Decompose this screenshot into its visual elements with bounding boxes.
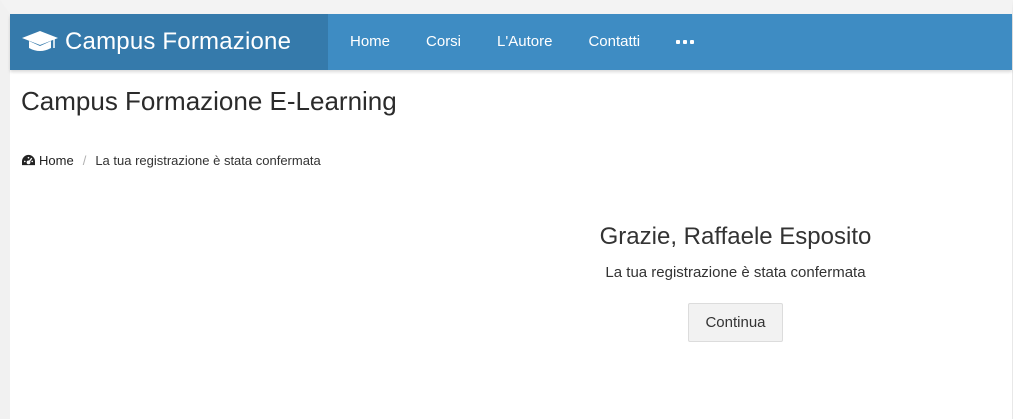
- confirmation-panel: Grazie, Raffaele Esposito La tua registr…: [519, 219, 952, 342]
- nav-corsi[interactable]: Corsi: [408, 14, 479, 70]
- nav-home[interactable]: Home: [328, 14, 408, 70]
- graduation-cap-icon: [22, 31, 58, 51]
- breadcrumb-current: La tua registrazione è stata confermata: [95, 153, 321, 168]
- greeting-heading: Grazie, Raffaele Esposito: [599, 223, 872, 250]
- top-navbar: Campus Formazione Home Corsi L'Autore Co…: [10, 14, 1012, 70]
- breadcrumb: Home / La tua registrazione è stata conf…: [21, 153, 321, 168]
- page-title: Campus Formazione E-Learning: [21, 86, 397, 116]
- brand-link[interactable]: Campus Formazione: [10, 14, 328, 70]
- nav-contatti[interactable]: Contatti: [570, 14, 658, 70]
- confirmation-message: La tua registrazione è stata confermata: [605, 264, 866, 281]
- nav-links: Home Corsi L'Autore Contatti: [328, 14, 712, 70]
- breadcrumb-separator: /: [82, 153, 87, 168]
- continue-button[interactable]: Continua: [688, 303, 783, 342]
- more-dots-icon[interactable]: [658, 14, 712, 70]
- brand-title: Campus Formazione: [65, 28, 292, 55]
- dashboard-icon: [22, 154, 35, 166]
- nav-autore[interactable]: L'Autore: [479, 14, 570, 70]
- breadcrumb-home[interactable]: Home: [39, 153, 74, 168]
